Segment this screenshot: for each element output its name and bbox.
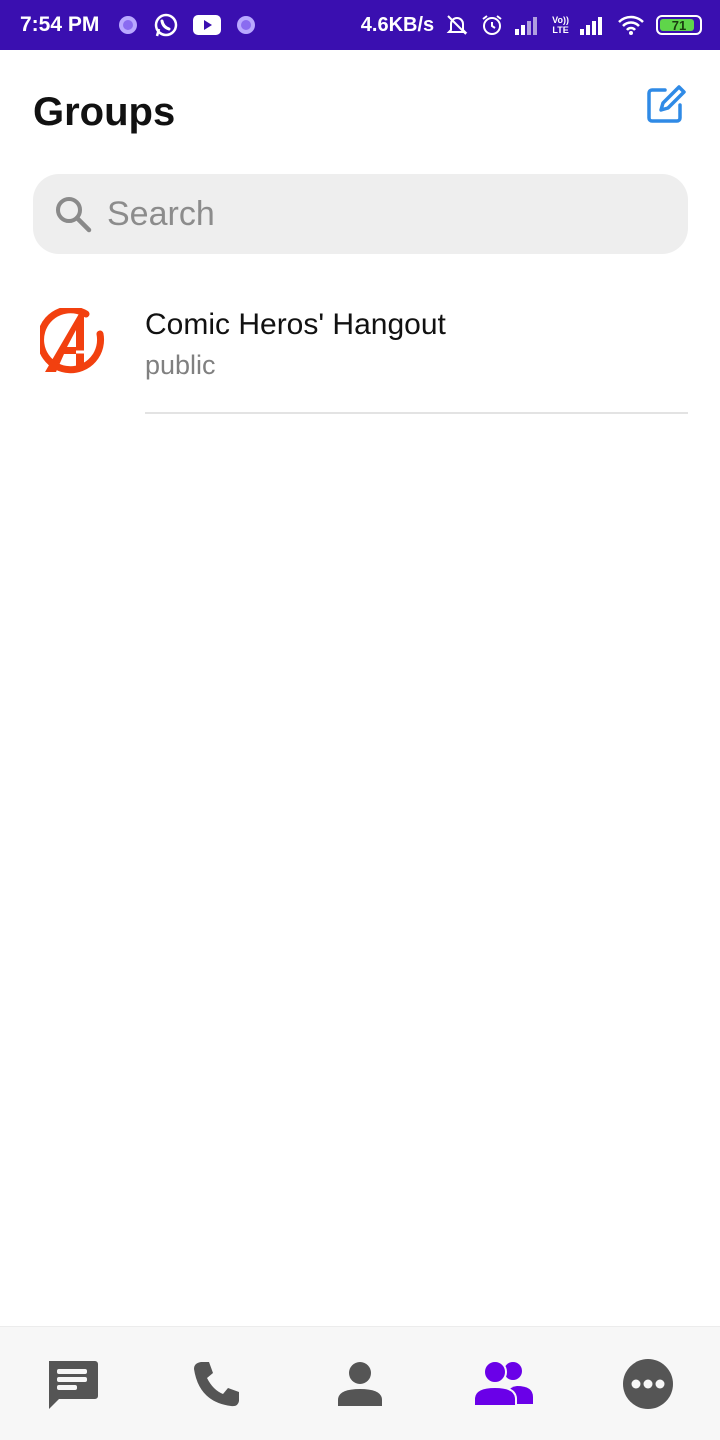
whatsapp-icon — [153, 12, 179, 38]
user-icon — [338, 1361, 382, 1406]
battery-icon: 71 — [656, 15, 702, 35]
battery-level: 71 — [671, 17, 687, 33]
page-title: Groups — [33, 90, 176, 134]
divider — [145, 412, 688, 414]
signal-icon-2 — [580, 15, 606, 35]
alarm-icon — [480, 13, 504, 37]
nav-calls[interactable] — [144, 1327, 288, 1440]
more-icon — [623, 1358, 673, 1409]
status-right: 4.6KB/s Vo)) LTE 71 — [361, 13, 702, 37]
status-time: 7:54 PM — [20, 13, 100, 36]
status-bar: 7:54 PM 4.6KB/s Vo)) LTE 71 — [0, 0, 720, 50]
nav-contacts[interactable] — [288, 1327, 432, 1440]
network-speed: 4.6KB/s — [360, 13, 435, 36]
avengers-logo-icon — [37, 306, 106, 380]
status-left: 7:54 PM — [20, 12, 257, 38]
compose-button[interactable] — [640, 80, 690, 130]
volte-icon: Vo)) LTE — [552, 15, 569, 35]
group-type: public — [145, 350, 216, 380]
youtube-icon — [193, 15, 222, 35]
app-notification-icon — [117, 14, 139, 36]
wifi-icon — [617, 14, 645, 36]
signal-icon — [515, 15, 541, 35]
group-list-item[interactable]: Comic Heros' Hangout public — [0, 290, 720, 414]
nav-chats[interactable] — [0, 1327, 144, 1440]
compose-icon — [647, 85, 686, 123]
bottom-nav — [0, 1326, 720, 1440]
search-input[interactable] — [107, 194, 627, 234]
nav-groups[interactable] — [432, 1327, 576, 1440]
app-notification-icon-2 — [235, 14, 257, 36]
search-box[interactable] — [33, 174, 688, 254]
nav-more[interactable] — [576, 1327, 720, 1440]
chat-icon — [49, 1360, 98, 1409]
groups-icon — [473, 1359, 533, 1407]
phone-icon — [194, 1361, 239, 1406]
group-name: Comic Heros' Hangout — [145, 308, 446, 341]
bell-muted-icon — [445, 13, 469, 37]
search-icon — [53, 194, 93, 234]
